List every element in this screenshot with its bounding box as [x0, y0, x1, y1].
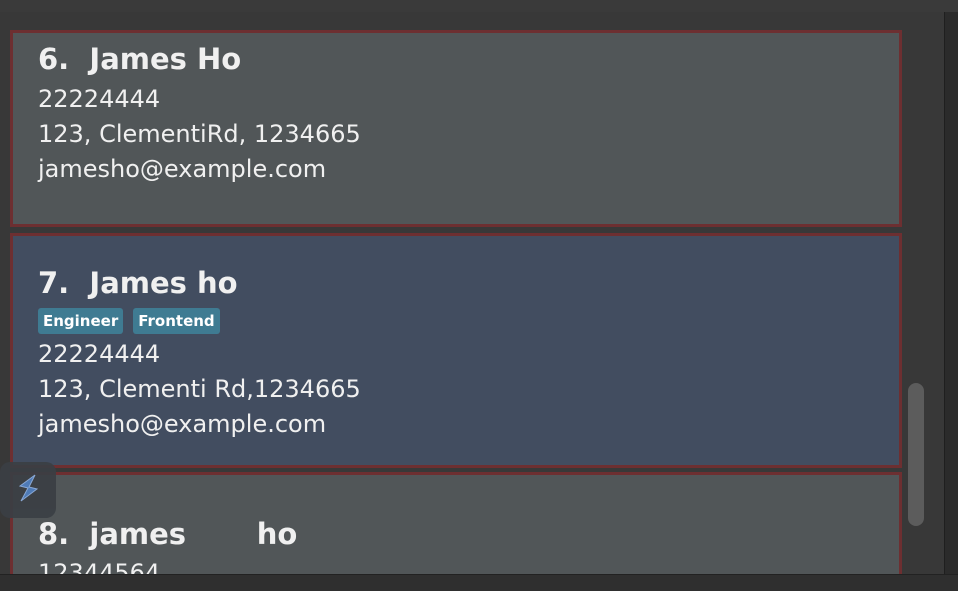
floating-widget-button[interactable]	[0, 462, 56, 518]
tag-list: Engineer Frontend	[38, 308, 220, 334]
person-index: 7.	[38, 266, 70, 300]
bottom-bar	[0, 574, 958, 591]
person-card-selected[interactable]: 7. James ho Engineer Frontend 22224444 1…	[10, 233, 902, 468]
person-list[interactable]: 6. James Ho 22224444 123, ClementiRd, 12…	[0, 12, 944, 574]
person-address: 123, Clementi Rd,1234665	[38, 375, 361, 403]
person-email: jamesho@example.com	[38, 155, 327, 183]
tag-badge: Frontend	[133, 308, 220, 334]
tag-badge: Engineer	[38, 308, 124, 334]
person-phone: 12344564	[38, 559, 161, 574]
lightning-icon	[11, 471, 45, 509]
person-title: 7. James ho	[38, 267, 238, 299]
person-title: 8. james ho	[38, 518, 297, 550]
person-index: 6.	[38, 42, 70, 76]
person-card[interactable]: 6. James Ho 22224444 123, ClementiRd, 12…	[10, 30, 902, 227]
person-email: jamesho@example.com	[38, 410, 327, 438]
scrollbar-thumb[interactable]	[908, 383, 924, 526]
person-phone: 22224444	[38, 85, 161, 113]
person-name: james ho	[89, 517, 298, 551]
person-index: 8.	[38, 517, 70, 551]
person-name: James ho	[89, 266, 238, 300]
person-phone: 22224444	[38, 340, 161, 368]
person-address: 123, ClementiRd, 1234665	[38, 120, 361, 148]
person-card[interactable]: 8. james ho 12344564	[10, 472, 902, 574]
person-name: James Ho	[89, 42, 242, 76]
scrollbar-track[interactable]	[944, 12, 958, 574]
person-title: 6. James Ho	[38, 43, 241, 75]
